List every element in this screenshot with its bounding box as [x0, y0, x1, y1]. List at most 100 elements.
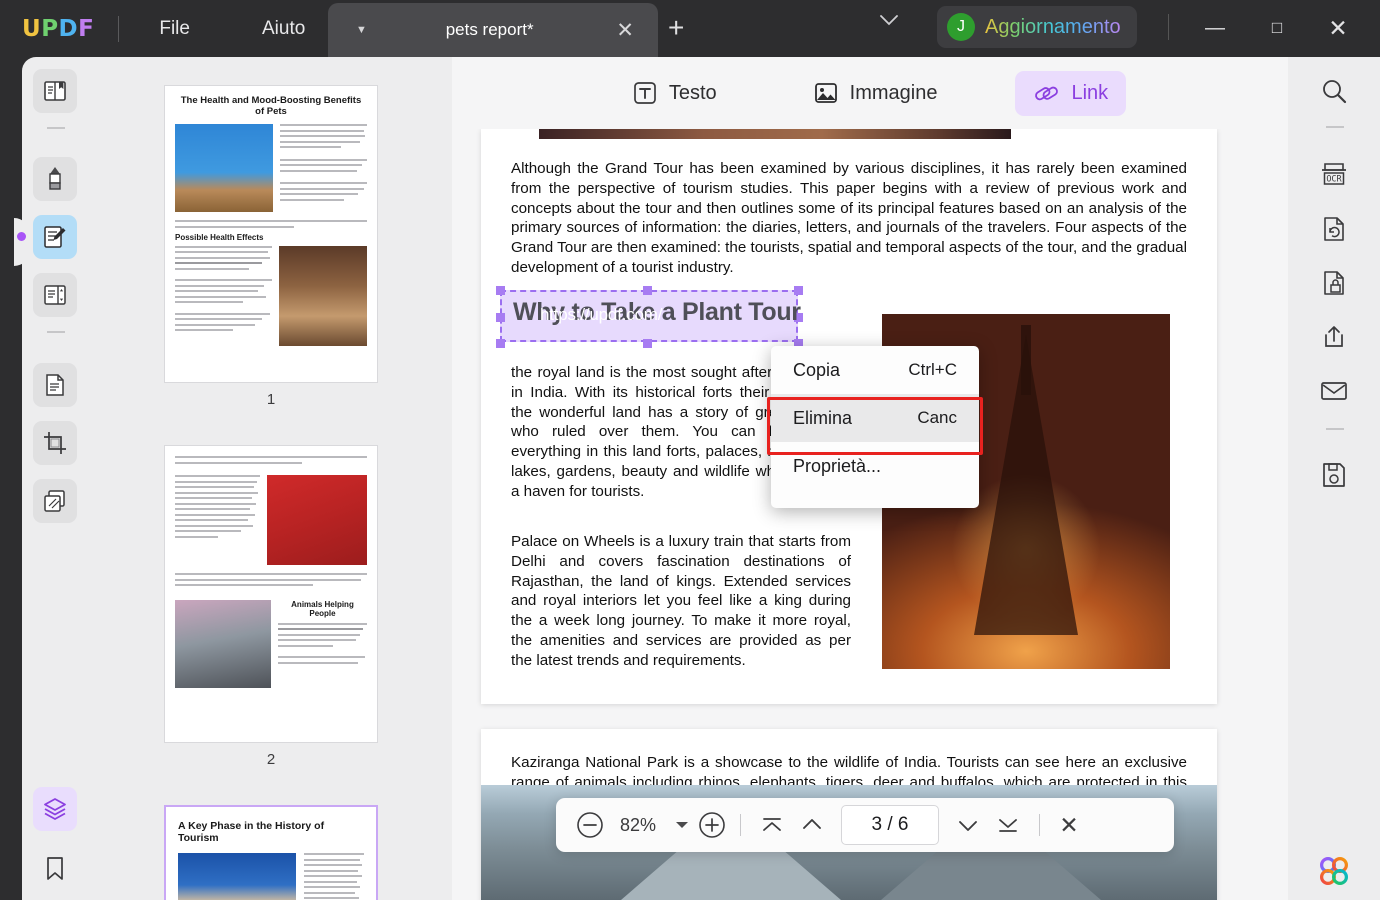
sidebar-item-batch[interactable] [33, 479, 77, 523]
sidebar-item-save[interactable] [1312, 453, 1356, 497]
page-top-image-edge [539, 129, 1011, 139]
zoom-out-icon [577, 812, 603, 838]
thumbnail-image-3 [178, 853, 296, 900]
sidebar-item-bookmark[interactable] [33, 847, 77, 891]
tab-testo[interactable]: Testo [614, 71, 735, 115]
document-viewport[interactable]: Although the Grand Tour has been examine… [452, 129, 1288, 900]
close-page-bar-button[interactable]: ✕ [1051, 812, 1087, 839]
crop-icon [44, 432, 66, 454]
tab-title: pets report* [445, 20, 534, 39]
page-number-input[interactable]: 3 / 6 [841, 805, 939, 845]
sidebar-item-protect[interactable] [1312, 261, 1356, 305]
context-menu-item-elimina[interactable]: Elimina Canc [771, 394, 979, 442]
resize-handle-ne[interactable] [794, 286, 803, 295]
maximize-icon[interactable]: □ [1254, 10, 1300, 46]
sidebar-item-edit-pdf[interactable] [33, 215, 77, 259]
sidebar-item-layers[interactable] [33, 787, 77, 831]
last-page-button[interactable] [988, 814, 1028, 836]
panel-collapse-dot-icon[interactable] [17, 232, 26, 241]
right-toolbar-divider-1 [1326, 126, 1344, 128]
menu-help[interactable]: Aiuto [246, 12, 321, 46]
resize-handle-sw[interactable] [496, 339, 505, 348]
bookmark-icon [47, 857, 63, 880]
resize-handle-nw[interactable] [496, 286, 505, 295]
edit-pdf-icon [44, 226, 66, 248]
zoom-out-button[interactable] [573, 808, 607, 842]
share-icon [1325, 326, 1343, 347]
left-edge-strip [0, 57, 22, 900]
layers-icon [44, 798, 66, 820]
zoom-dropdown-button[interactable] [669, 820, 695, 830]
document-paragraph-1: Although the Grand Tour has been examine… [511, 160, 1187, 276]
link-icon [1035, 86, 1059, 100]
ai-assistant-icon [1319, 856, 1349, 886]
zoom-in-button[interactable] [695, 808, 729, 842]
thumbnail-image-1b [279, 245, 367, 346]
svg-text:OCR: OCR [1326, 175, 1342, 185]
tab-testo-label: Testo [668, 81, 717, 104]
sidebar-item-annotate[interactable] [33, 157, 77, 201]
document-paragraph-3: Palace on Wheels is a luxury train that … [511, 533, 851, 669]
thumbnail-page-1[interactable]: The Health and Mood-Boosting Benefits of… [164, 85, 378, 383]
title-divider [118, 15, 120, 42]
resize-handle-w[interactable] [496, 313, 505, 322]
image-icon [814, 83, 837, 103]
menu-file[interactable]: File [143, 12, 206, 46]
reader-icon [44, 81, 66, 101]
page-bar-divider-2 [1039, 814, 1040, 836]
new-tab-button[interactable]: + [668, 14, 684, 42]
sidebar-item-ocr[interactable]: OCR [1312, 153, 1356, 197]
tab-link[interactable]: Link [1015, 70, 1127, 116]
avatar: J [947, 13, 975, 41]
minimize-icon[interactable]: — [1192, 10, 1238, 46]
tab-immagine-label: Immagine [849, 81, 938, 104]
sidebar-item-share[interactable] [1312, 315, 1356, 359]
resize-handle-s[interactable] [643, 339, 652, 348]
tab-immagine[interactable]: Immagine [795, 71, 956, 115]
tab-link-label: Link [1071, 81, 1109, 104]
sidebar-item-mail[interactable] [1312, 369, 1356, 413]
zoom-level-value[interactable]: 82% [607, 815, 669, 836]
right-toolbar: OCR [1288, 57, 1380, 900]
context-menu-item-copia[interactable]: Copia Ctrl+C [771, 346, 979, 394]
sidebar-item-reader[interactable] [33, 69, 77, 113]
thumbnail-title-3: A Key Phase in the History of Tourism [178, 820, 325, 844]
thumbnail-panel[interactable]: The Health and Mood-Boosting Benefits of… [88, 57, 452, 900]
thumbnail-page-3[interactable]: A Key Phase in the History of Tourism [164, 805, 378, 900]
page-layout-icon [44, 285, 66, 305]
context-menu-label-elimina: Elimina [793, 407, 853, 428]
prev-page-button[interactable] [792, 814, 832, 836]
sidebar-item-organize-pages[interactable] [33, 363, 77, 407]
next-page-button[interactable] [948, 814, 988, 836]
thumbnail-page-2[interactable]: Animals Helping People [164, 445, 378, 743]
sidebar-item-ai-assistant[interactable] [1312, 849, 1356, 893]
document-tab[interactable]: ▼ pets report* ✕ [328, 3, 658, 57]
context-menu[interactable]: Copia Ctrl+C Elimina Canc Proprietà... [771, 346, 979, 508]
context-menu-label-proprieta: Proprietà... [793, 455, 882, 476]
window-divider [1168, 14, 1169, 40]
logo-letter-u: U [22, 15, 42, 42]
first-page-icon [763, 818, 781, 831]
zoom-in-icon [699, 812, 725, 838]
thumbnail-title-1: The Health and Mood-Boosting Benefits of… [180, 95, 362, 117]
sidebar-item-crop[interactable] [33, 421, 77, 465]
thumbnail-image-2b [175, 599, 271, 688]
resize-handle-n[interactable] [643, 286, 652, 295]
tab-close-icon[interactable]: ✕ [616, 18, 634, 43]
sidebar-item-convert[interactable] [1312, 207, 1356, 251]
ocr-icon: OCR [1322, 163, 1346, 185]
logo-letter-p: P [41, 15, 59, 42]
search-icon [1323, 80, 1347, 104]
chevron-down-icon[interactable] [878, 13, 900, 27]
title-bar: UPDF File Aiuto [0, 0, 1380, 57]
sidebar-item-page-layout[interactable] [33, 273, 77, 317]
close-window-icon[interactable]: ✕ [1315, 10, 1361, 46]
updf-logo: UPDF [22, 16, 94, 42]
sidebar-item-search[interactable] [1312, 69, 1356, 113]
right-toolbar-divider-2 [1326, 428, 1344, 430]
left-toolbar-divider-1 [47, 127, 65, 129]
protect-icon [1324, 271, 1344, 295]
update-button[interactable]: J Aggiornamento [937, 6, 1137, 48]
first-page-button[interactable] [752, 814, 792, 836]
context-menu-item-proprieta[interactable]: Proprietà... [771, 442, 979, 490]
